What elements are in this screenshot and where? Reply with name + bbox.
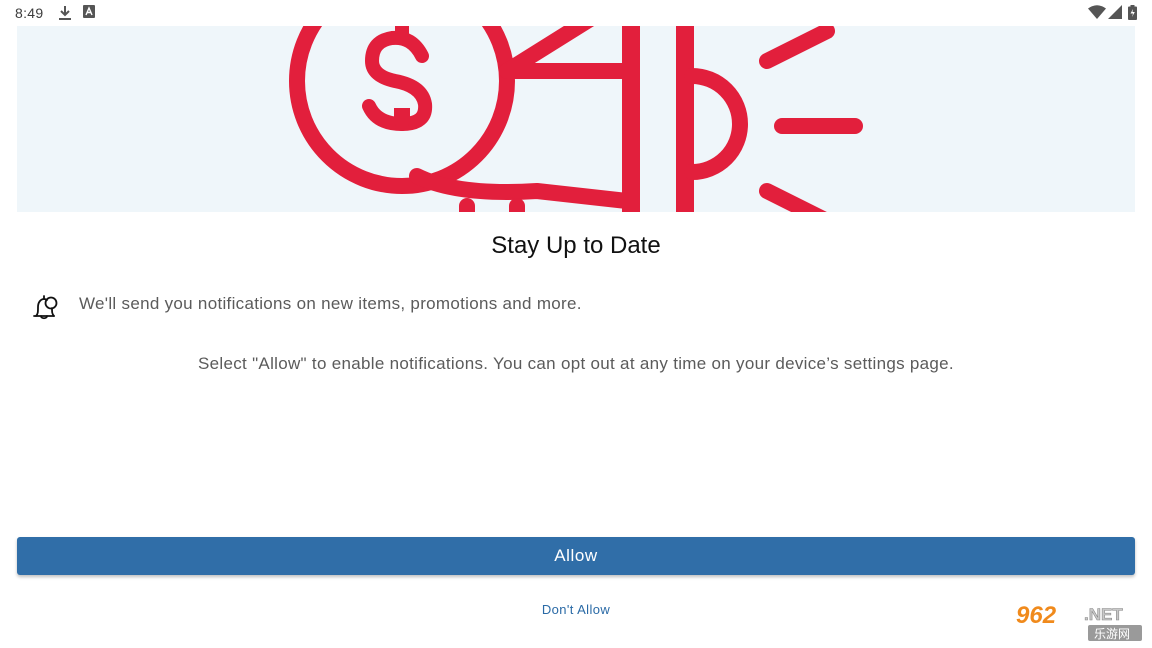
- battery-icon: [1128, 5, 1137, 25]
- bell-icon: [28, 292, 60, 329]
- status-bar: 8:49: [0, 0, 1152, 26]
- opt-out-description: Select "Allow" to enable notifications. …: [198, 354, 954, 373]
- download-icon: [58, 5, 72, 26]
- dialog-title: Stay Up to Date: [491, 232, 661, 259]
- svg-text:.NET: .NET: [1084, 605, 1123, 624]
- cell-signal-icon: [1108, 5, 1122, 24]
- app-notification-icon: [83, 5, 95, 23]
- hero-banner: [17, 26, 1135, 212]
- status-time: 8:49: [15, 5, 44, 21]
- notification-description: We'll send you notifications on new item…: [79, 294, 582, 313]
- megaphone-dollar-icon: [289, 26, 863, 212]
- allow-button[interactable]: Allow: [17, 537, 1135, 575]
- watermark-logo: 962 .NET 乐游网: [1012, 601, 1146, 643]
- wifi-icon: [1088, 5, 1106, 24]
- dont-allow-button[interactable]: Don't Allow: [0, 602, 1152, 617]
- svg-text:乐游网: 乐游网: [1094, 627, 1130, 641]
- svg-text:962: 962: [1016, 602, 1057, 629]
